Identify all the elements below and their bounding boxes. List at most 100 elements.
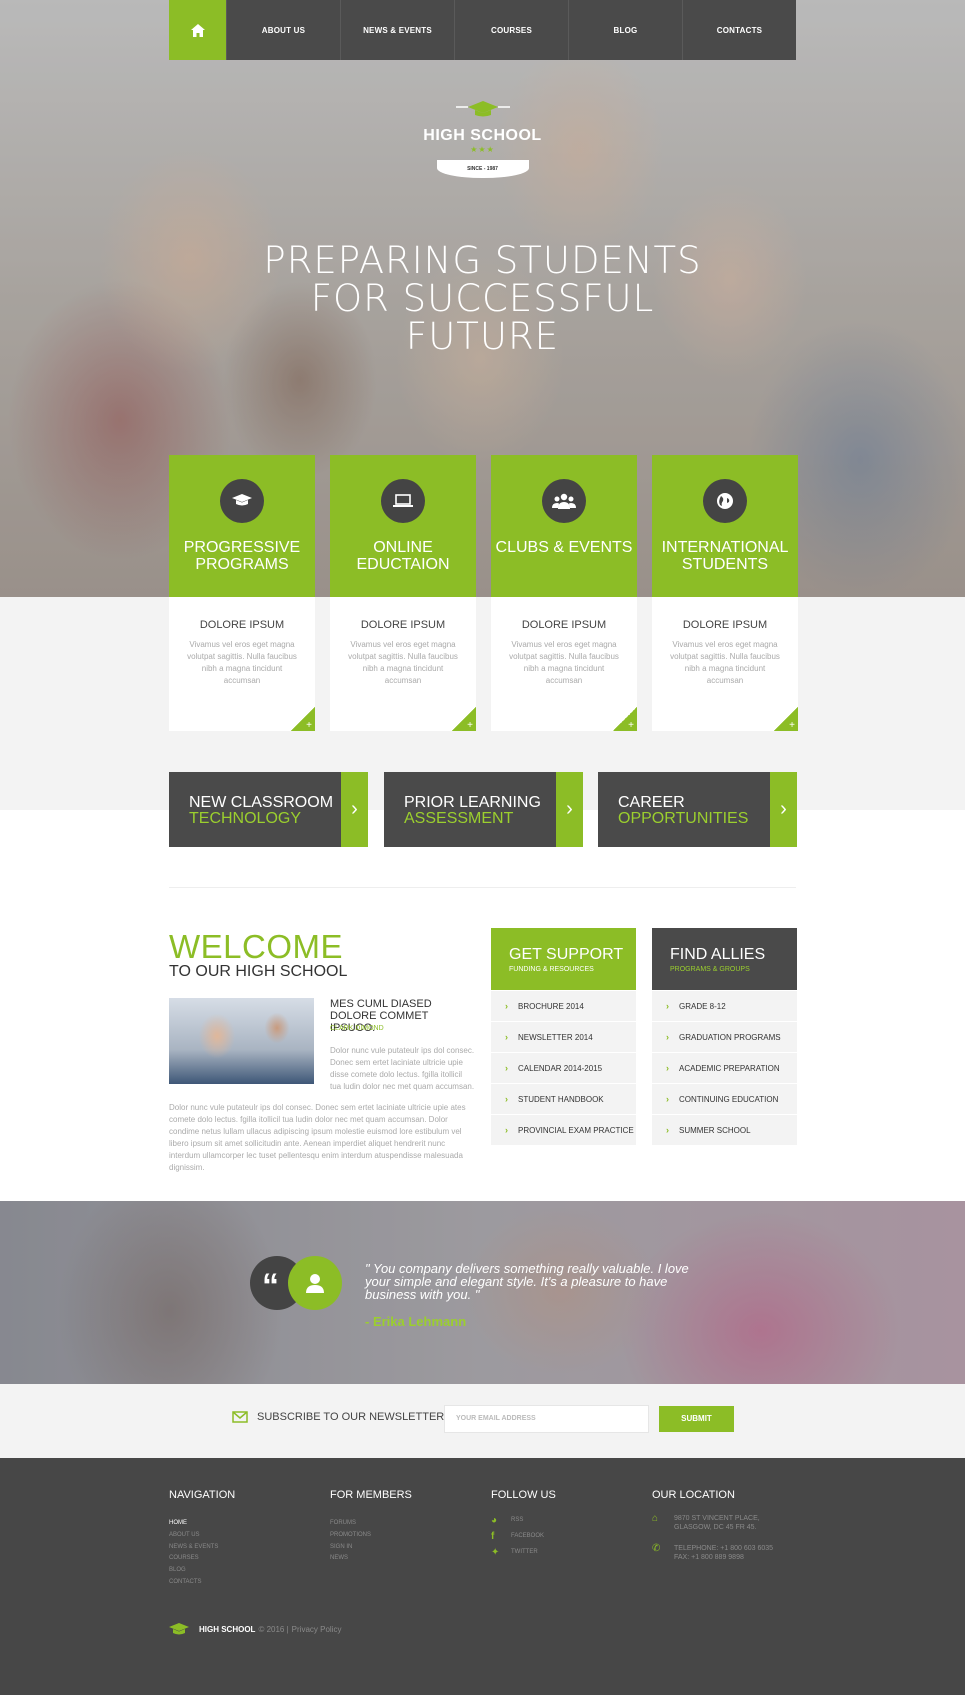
graduation-cap-icon xyxy=(169,1623,189,1635)
footer-link-home[interactable]: HOME xyxy=(169,1518,329,1530)
support-link[interactable]: › NEWSLETTER 2014 xyxy=(491,1021,636,1052)
get-support-subtitle: FUNDING & RESOURCES xyxy=(509,966,594,973)
footer-link-news-members[interactable]: NEWS xyxy=(330,1553,490,1565)
hero-headline: PREPARING STUDENTS FOR SUCCESSFUL FUTURE xyxy=(263,239,702,358)
chevron-right-icon: › xyxy=(505,1032,508,1042)
footer-link-sign-in[interactable]: SIGN IN xyxy=(330,1542,490,1554)
welcome-quote-author[interactable]: CLARK DIMOND xyxy=(330,1025,384,1032)
feature-title: CLUBS & EVENTS xyxy=(495,539,633,556)
chevron-right-icon: › xyxy=(666,1001,669,1011)
top-nav: ABOUT US NEWS & EVENTS COURSES BLOG CONT… xyxy=(169,0,796,60)
footer-link-promotions[interactable]: PROMOTIONS xyxy=(330,1530,490,1542)
support-link[interactable]: › BROCHURE 2014 xyxy=(491,990,636,1021)
feature-text: Vivamus vel eros eget magna volutpat sag… xyxy=(348,640,458,685)
feature-card[interactable]: INTERNATIONAL STUDENTS DOLORE IPSUM Viva… xyxy=(652,455,798,731)
footer-contact: ✆ TELEPHONE: +1 800 603 6035 FAX: +1 800… xyxy=(652,1543,774,1562)
support-link[interactable]: › CALENDAR 2014-2015 xyxy=(491,1052,636,1083)
feature-subtitle: DOLORE IPSUM xyxy=(521,619,607,631)
home-button[interactable] xyxy=(169,0,226,60)
nav-contacts[interactable]: CONTACTS xyxy=(682,0,796,60)
logo-ribbon: SINCE - 1987 xyxy=(436,160,529,178)
email-input[interactable]: YOUR EMAIL ADDRESS xyxy=(444,1405,649,1433)
chevron-right-icon: › xyxy=(505,1063,508,1073)
group-icon xyxy=(542,479,586,523)
allies-link[interactable]: › GRADUATION PROGRAMS xyxy=(652,1021,797,1052)
chevron-right-icon: › xyxy=(505,1001,508,1011)
chevron-right-icon: › xyxy=(505,1125,508,1135)
footer-follow-title: FOLLOW US xyxy=(491,1489,556,1501)
allies-link[interactable]: › CONTINUING EDUCATION xyxy=(652,1083,797,1114)
chevron-right-icon: › xyxy=(666,1125,669,1135)
privacy-policy-link[interactable]: Privacy Policy xyxy=(292,1625,342,1634)
user-icon xyxy=(288,1256,342,1310)
feature-card[interactable]: ONLINE EDUCTAION DOLORE IPSUM Vivamus ve… xyxy=(330,455,476,731)
chevron-right-icon[interactable]: › xyxy=(556,772,583,847)
footer-location-title: OUR LOCATION xyxy=(652,1489,735,1501)
students-photo xyxy=(169,998,314,1084)
nav-blog[interactable]: BLOG xyxy=(568,0,682,60)
footer-link-contacts[interactable]: CONTACTS xyxy=(169,1577,329,1589)
promo-new-classroom[interactable]: NEW CLASSROOM TECHNOLOGY › xyxy=(169,772,368,847)
footer-rss-link[interactable]: ◕ RSS xyxy=(491,1512,651,1528)
find-allies-header: FIND ALLIES PROGRAMS & GROUPS xyxy=(652,928,797,990)
feature-text: Vivamus vel eros eget magna volutpat sag… xyxy=(509,640,619,685)
footer-link-forums[interactable]: FORUMS xyxy=(330,1518,490,1530)
find-allies-subtitle: PROGRAMS & GROUPS xyxy=(670,966,750,973)
chevron-right-icon[interactable]: › xyxy=(770,772,797,847)
testimonial-text: " You company delivers something really … xyxy=(365,1261,689,1302)
promo-line2: OPPORTUNITIES xyxy=(618,810,749,827)
nav-courses[interactable]: COURSES xyxy=(454,0,568,60)
laptop-icon xyxy=(381,479,425,523)
footer-link-news[interactable]: NEWS & EVENTS xyxy=(169,1542,329,1554)
chevron-right-icon: › xyxy=(666,1063,669,1073)
allies-link[interactable]: › SUMMER SCHOOL xyxy=(652,1114,797,1145)
welcome-title: WELCOME xyxy=(169,928,344,965)
logo-stars-icon: ★★★ xyxy=(470,145,495,154)
plus-icon[interactable]: + xyxy=(291,707,315,731)
facebook-icon: f xyxy=(491,1530,495,1542)
footer-members: FOR MEMBERS FORUMS PROMOTIONS SIGN IN NE… xyxy=(330,1489,490,1565)
graduation-cap-icon xyxy=(220,479,264,523)
promo-line2: TECHNOLOGY xyxy=(189,810,302,827)
footer-members-title: FOR MEMBERS xyxy=(330,1489,412,1501)
feature-card[interactable]: CLUBS & EVENTS DOLORE IPSUM Vivamus vel … xyxy=(491,455,637,731)
allies-link[interactable]: › GRADE 8-12 xyxy=(652,990,797,1021)
footer-link-courses[interactable]: COURSES xyxy=(169,1553,329,1565)
footer-twitter-link[interactable]: ✦ TWITTER xyxy=(491,1544,651,1560)
promo-career[interactable]: CAREER OPPORTUNITIES › xyxy=(598,772,797,847)
footer-facebook-link[interactable]: f FACEBOOK xyxy=(491,1528,651,1544)
home-icon: ⌂ xyxy=(652,1513,659,1524)
get-support-box: GET SUPPORT FUNDING & RESOURCES › BROCHUR… xyxy=(491,928,636,1145)
twitter-icon: ✦ xyxy=(491,1546,500,1558)
support-link[interactable]: › PROVINCIAL EXAM PRACTICE xyxy=(491,1114,636,1145)
footer-follow: FOLLOW US ◕ RSS f FACEBOOK ✦ TWITTER xyxy=(491,1489,651,1560)
feature-card[interactable]: PROGRESSIVE PROGRAMS DOLORE IPSUM Vivamu… xyxy=(169,455,315,731)
nav-news-events[interactable]: NEWS & EVENTS xyxy=(340,0,454,60)
footer-location: OUR LOCATION ⌂ 9870 ST VINCENT PLACE, GL… xyxy=(652,1489,812,1574)
welcome-quote-text: Dolor nunc vule putateulr ips dol consec… xyxy=(330,1046,475,1091)
plus-icon[interactable]: + xyxy=(613,707,637,731)
globe-icon xyxy=(703,479,747,523)
graduation-cap-logo-icon xyxy=(455,101,510,117)
support-link[interactable]: › STUDENT HANDBOOK xyxy=(491,1083,636,1114)
find-allies-title: FIND ALLIES xyxy=(670,946,766,963)
chevron-right-icon: › xyxy=(666,1032,669,1042)
feature-subtitle: DOLORE IPSUM xyxy=(360,619,446,631)
phone-icon: ✆ xyxy=(652,1543,661,1554)
footer-link-about[interactable]: ABOUT US xyxy=(169,1530,329,1542)
submit-button[interactable]: SUBMIT xyxy=(659,1406,734,1432)
chevron-right-icon[interactable]: › xyxy=(341,772,368,847)
newsletter-label: SUBSCRIBE TO OUR NEWSLETTER xyxy=(257,1411,445,1423)
footer-link-blog[interactable]: BLOG xyxy=(169,1565,329,1577)
logo-name: HIGH SCHOOL xyxy=(423,127,542,144)
testimonial-author: - Erika Lehmann xyxy=(365,1314,467,1329)
promo-prior-learning[interactable]: PRIOR LEARNING ASSESSMENT › xyxy=(384,772,583,847)
site-logo[interactable]: HIGH SCHOOL ★★★ SINCE - 1987 xyxy=(404,100,561,178)
footer-navigation: NAVIGATION HOME ABOUT US NEWS & EVENTS C… xyxy=(169,1489,329,1589)
allies-link[interactable]: › ACADEMIC PREPARATION xyxy=(652,1052,797,1083)
plus-icon[interactable]: + xyxy=(452,707,476,731)
nav-about-us[interactable]: ABOUT US xyxy=(226,0,340,60)
feature-subtitle: DOLORE IPSUM xyxy=(199,619,285,631)
find-allies-box: FIND ALLIES PROGRAMS & GROUPS › GRADE 8-1… xyxy=(652,928,797,1145)
plus-icon[interactable]: + xyxy=(774,707,798,731)
